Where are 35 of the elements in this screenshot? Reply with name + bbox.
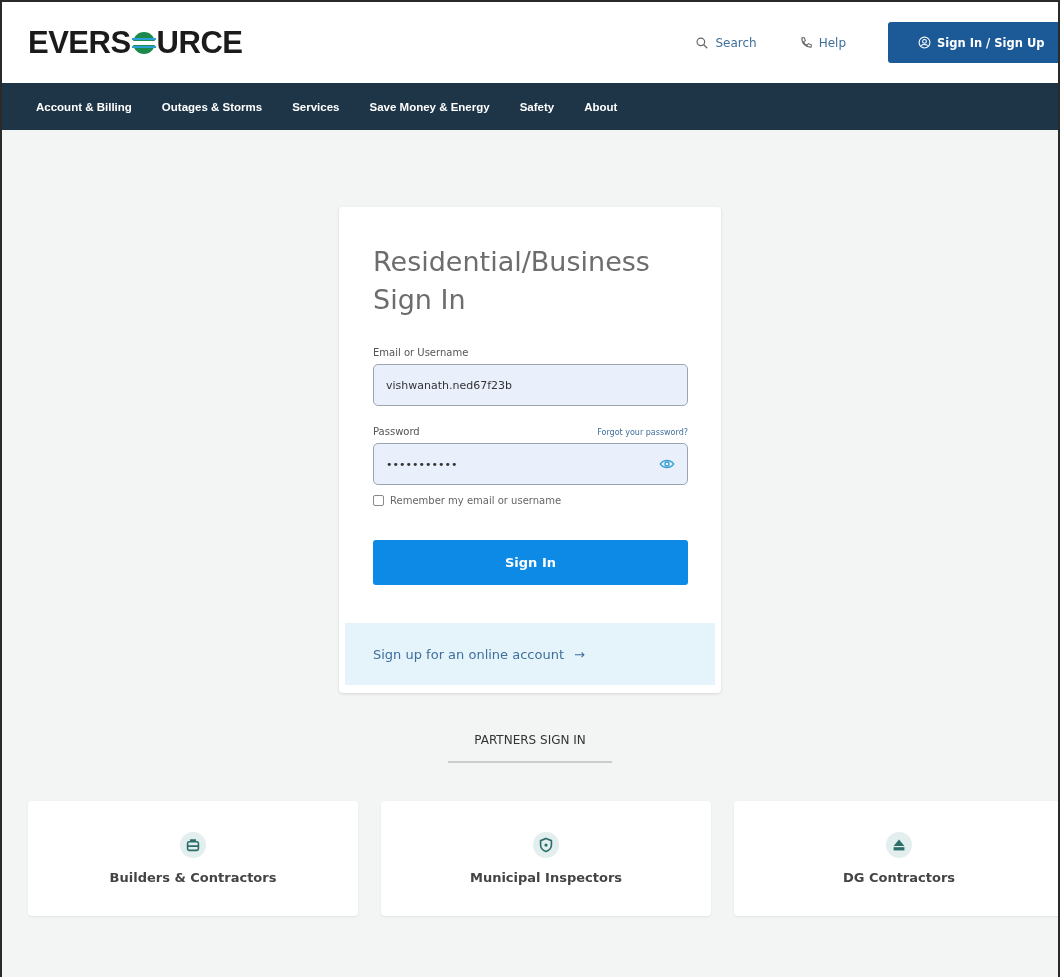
signup-link[interactable]: Sign up for an online account — [373, 646, 565, 662]
partner-label: Municipal Inspectors — [469, 870, 623, 885]
nav-item[interactable]: Outages & Storms — [161, 100, 263, 113]
partner-card[interactable]: DG Contractors — [734, 801, 1058, 916]
field-label: Password — [373, 426, 420, 437]
forgot-password-link[interactable]: Forgot your password? — [597, 428, 688, 437]
checkbox-label: Remember my email or username — [390, 495, 562, 506]
sign-in-submit-button[interactable]: Sign In — [373, 540, 688, 585]
section-heading: PARTNERS SIGN IN — [448, 733, 612, 763]
shield-icon — [533, 832, 559, 858]
sign-in-button[interactable]: Sign In / Sign Up — [888, 22, 1058, 63]
search-icon — [695, 35, 710, 50]
help-link[interactable]: Help — [798, 35, 846, 50]
email-field[interactable]: vishwanath.ned67f23b — [373, 364, 688, 406]
nav-item[interactable]: Save Money & Energy — [369, 100, 490, 113]
field-label: Email or Username — [373, 347, 470, 358]
partner-card[interactable]: Municipal Inspectors — [381, 801, 711, 916]
nav-item[interactable]: Services — [292, 100, 340, 113]
logo-text: EVERS — [28, 24, 131, 61]
nav-item[interactable]: Safety — [519, 100, 555, 113]
nav-item[interactable]: About — [584, 100, 618, 113]
search-link[interactable]: Search — [695, 35, 757, 50]
nav-item[interactable]: Account & Billing — [36, 100, 132, 113]
remember-checkbox[interactable] — [373, 495, 384, 506]
password-field[interactable]: ••••••••••• — [373, 443, 688, 485]
phone-icon — [798, 35, 813, 50]
partner-card[interactable]: Builders & Contractors — [28, 801, 358, 916]
partner-label: DG Contractors — [842, 870, 956, 885]
logo-icon — [131, 30, 156, 55]
logo-text: URCE — [156, 24, 243, 61]
arrow-icon: → — [574, 646, 585, 662]
form-title: Residential/Business Sign In — [373, 245, 651, 317]
partner-label: Builders & Contractors — [109, 870, 277, 885]
briefcase-icon — [180, 832, 206, 858]
user-icon — [918, 36, 931, 49]
